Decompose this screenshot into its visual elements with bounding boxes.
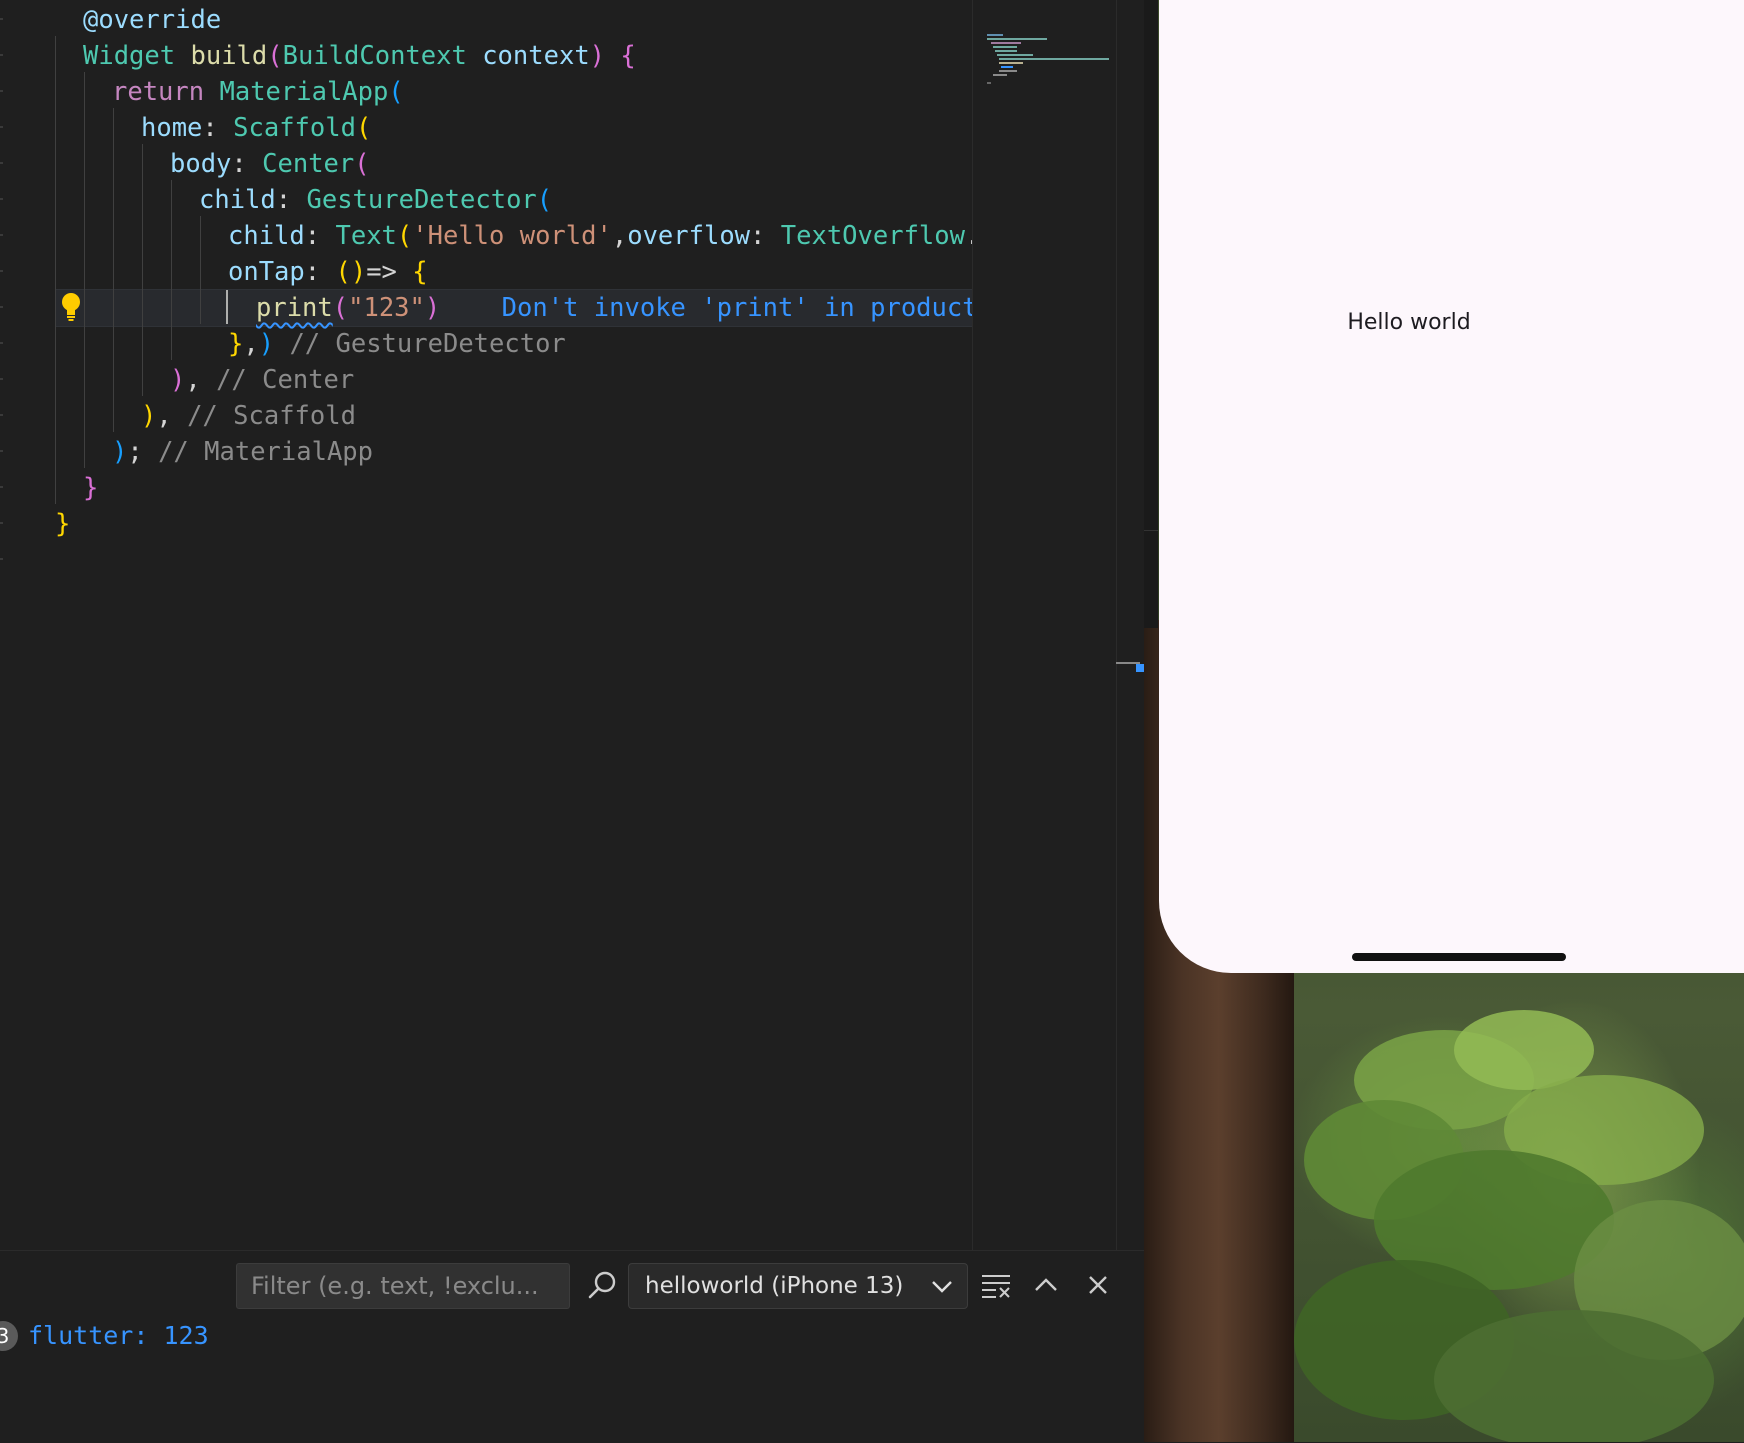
- minimap-line: [987, 38, 1047, 40]
- code-line: ); // MaterialApp: [112, 437, 374, 467]
- clear-console-icon[interactable]: [976, 1265, 1016, 1305]
- lightbulb-icon[interactable]: [61, 292, 81, 322]
- code-line: Widget build(BuildContext context) {: [83, 41, 636, 71]
- background-window-edge: [1144, 0, 1158, 628]
- chevron-up-icon[interactable]: [1026, 1265, 1066, 1305]
- code-line: return MaterialApp(: [112, 77, 404, 107]
- indent-guide: [142, 144, 143, 396]
- gutter: [0, 0, 6, 1250]
- minimap-line: [997, 54, 1033, 56]
- code-line: }: [55, 509, 71, 539]
- code-line: }: [83, 473, 99, 503]
- code-line: child: Text('Hello world',overflow: Text…: [228, 221, 972, 251]
- minimap-line: [993, 74, 1007, 76]
- lint-hint: Don't invoke 'print' in production: [501, 293, 972, 323]
- minimap-line: [991, 42, 1021, 44]
- code-editor[interactable]: @override Widget build(BuildContext cont…: [0, 0, 972, 1250]
- minimap-line: [995, 50, 1017, 52]
- hello-world-text[interactable]: Hello world: [1159, 310, 1709, 335]
- repeat-count-badge: 3: [0, 1321, 18, 1351]
- indent-guide: [113, 108, 114, 432]
- code-line: ), // Center: [170, 365, 355, 395]
- home-indicator[interactable]: [1352, 953, 1566, 961]
- code-line: home: Scaffold(: [141, 113, 372, 143]
- indent-guide: [55, 36, 56, 504]
- minimap-line: [993, 46, 1017, 48]
- minimap-line: [987, 34, 1003, 36]
- device-select-value: helloworld (iPhone 13): [645, 1273, 904, 1299]
- close-icon[interactable]: [1078, 1265, 1118, 1305]
- editor-scrollbar[interactable]: [1116, 0, 1145, 1250]
- minimap-line: [999, 70, 1017, 72]
- indent-guide: [171, 180, 172, 360]
- code-line: onTap: ()=> {: [228, 257, 428, 287]
- search-icon[interactable]: [582, 1265, 622, 1305]
- console-output-line: flutter: 123: [28, 1321, 209, 1350]
- code-line: child: GestureDetector(: [199, 185, 553, 215]
- iphone-simulator-screen[interactable]: Hello world: [1159, 0, 1744, 973]
- minimap-line: [999, 62, 1023, 64]
- debug-console-panel: helloworld (iPhone 13) 3 flutter: 123: [0, 1250, 1144, 1443]
- print-call: print: [256, 293, 333, 323]
- code-line: @override: [83, 5, 222, 35]
- minimap-line: [1001, 66, 1013, 68]
- code-line-current: print("123") Don't invoke 'print' in pro…: [256, 290, 972, 326]
- filter-input[interactable]: [236, 1263, 570, 1309]
- code-line: },) // GestureDetector: [228, 329, 566, 359]
- minimap-line: [999, 58, 1109, 60]
- indent-guide: [84, 72, 85, 468]
- indent-guide: [200, 216, 201, 324]
- overview-ruler-marker: [1116, 662, 1144, 672]
- text-cursor: [226, 290, 228, 324]
- device-select[interactable]: helloworld (iPhone 13): [628, 1263, 968, 1309]
- minimap[interactable]: [972, 0, 1117, 1250]
- chevron-down-icon: [932, 1281, 952, 1293]
- minimap-line: [987, 82, 991, 84]
- code-line: body: Center(: [170, 149, 370, 179]
- code-line: ), // Scaffold: [141, 401, 356, 431]
